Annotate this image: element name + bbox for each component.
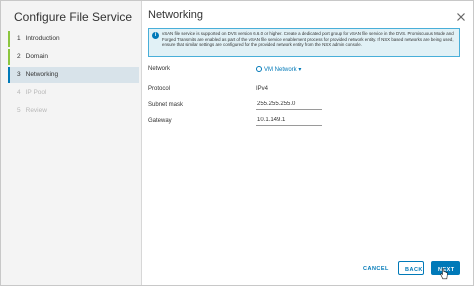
step-domain[interactable]: 2 Domain: [8, 49, 139, 65]
step-networking[interactable]: 3 Networking: [8, 67, 139, 83]
info-icon: i: [152, 32, 159, 39]
step-label: Networking: [25, 71, 59, 78]
network-icon: [256, 66, 262, 73]
protocol-label: Protocol: [148, 86, 171, 92]
step-number: 4: [17, 89, 21, 96]
step-ip-pool: 4 IP Pool: [8, 85, 139, 101]
step-label: Introduction: [25, 35, 60, 42]
dialog-title: Configure File Service: [14, 10, 133, 24]
back-button[interactable]: BACK: [398, 261, 424, 275]
info-text: vSAN file service is supported on DVS ve…: [162, 31, 454, 48]
step-label: Review: [25, 107, 47, 114]
configure-file-service-dialog: Configure File Service 1 Introduction 2 Do…: [0, 0, 474, 286]
subnet-mask-input[interactable]: [256, 99, 322, 110]
cancel-button[interactable]: CANCEL: [357, 261, 391, 275]
network-select[interactable]: VM Network ▾: [256, 66, 301, 73]
page-title: Networking: [148, 9, 204, 21]
step-introduction[interactable]: 1 Introduction: [8, 31, 139, 47]
wizard-steps: 1 Introduction 2 Domain 3 Networking 4 IP Po…: [8, 31, 139, 121]
step-review: 5 Review: [8, 103, 139, 119]
wizard-sidebar: Configure File Service 1 Introduction 2 Do…: [1, 1, 142, 285]
gateway-input[interactable]: [256, 115, 322, 126]
step-number: 2: [17, 53, 21, 60]
network-value: VM Network: [264, 67, 297, 73]
step-number: 5: [17, 107, 21, 114]
step-number: 3: [17, 71, 21, 78]
step-label: Domain: [25, 53, 49, 60]
wizard-content: Networking i vSAN file service is suppor…: [148, 1, 473, 285]
step-label: IP Pool: [25, 89, 47, 96]
info-banner: i vSAN file service is supported on DVS …: [148, 28, 460, 57]
protocol-value: IPv4: [256, 86, 269, 92]
network-label: Network: [148, 66, 171, 72]
gateway-label: Gateway: [148, 118, 172, 124]
subnet-mask-label: Subnet mask: [148, 102, 184, 108]
hand-cursor-icon: [440, 267, 448, 280]
chevron-down-icon: ▾: [298, 67, 302, 73]
step-number: 1: [17, 35, 21, 42]
